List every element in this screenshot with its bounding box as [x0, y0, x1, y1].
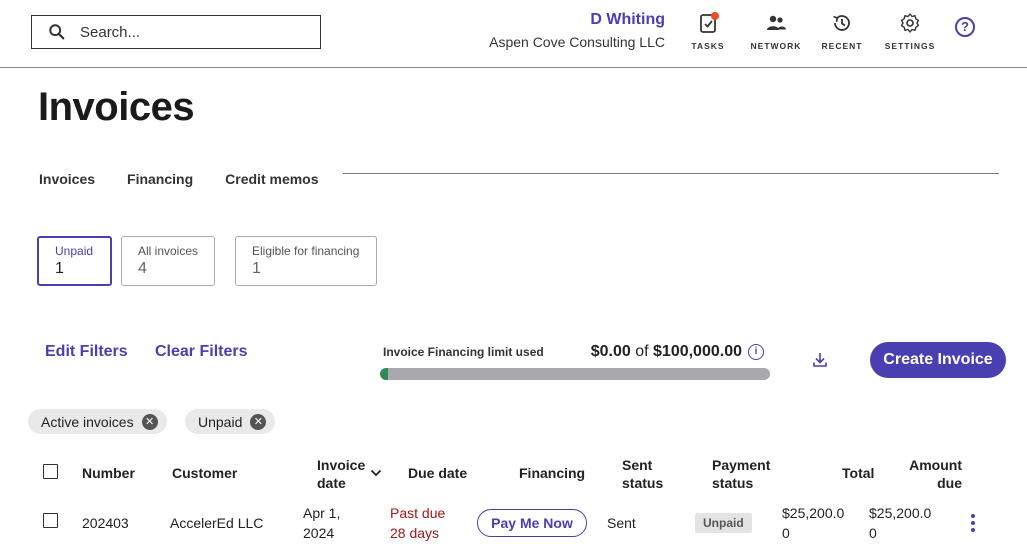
status-badge: Unpaid [695, 513, 752, 533]
header-amount-due[interactable]: Amount due [900, 456, 962, 492]
header-customer[interactable]: Customer [172, 464, 237, 482]
tab-credit-memos[interactable]: Credit memos [225, 171, 318, 187]
clear-filters-button[interactable]: Clear Filters [155, 343, 247, 361]
row-total-line1: $25,200.0 [782, 505, 845, 521]
financing-limit-value: $0.00 of $100,000.00 [591, 343, 742, 361]
card-unpaid-count: 1 [55, 260, 64, 277]
header-amount-due-line2: due [937, 475, 962, 491]
notification-dot [711, 12, 719, 20]
header-total[interactable]: Total [842, 464, 874, 482]
row-due-line2: 28 days [390, 525, 440, 541]
nav-tasks[interactable]: TASKS [678, 12, 738, 51]
row-invoice-date-line1: Apr 1, [303, 505, 341, 521]
header-sent-line2: status [622, 475, 664, 491]
close-icon[interactable]: ✕ [250, 413, 267, 430]
row-due-status: Past due 28 days [390, 503, 445, 543]
card-eligible-count: 1 [252, 260, 261, 277]
limit-of: of [635, 343, 649, 360]
info-icon[interactable]: i [748, 344, 764, 360]
close-icon[interactable]: ✕ [141, 413, 158, 430]
row-more-actions-icon[interactable] [970, 514, 976, 532]
card-all-invoices-count: 4 [138, 260, 147, 277]
user-org: Aspen Cove Consulting LLC [489, 34, 665, 50]
card-all-invoices[interactable]: All invoices 4 [121, 236, 215, 286]
card-eligible-financing[interactable]: Eligible for financing 1 [235, 236, 377, 286]
gear-icon [900, 13, 920, 33]
header-invoice-date-line1: Invoice [317, 457, 366, 473]
create-invoice-button[interactable]: Create Invoice [870, 342, 1006, 378]
row-number[interactable]: 202403 [82, 513, 129, 533]
row-due-line1: Past due [390, 505, 446, 521]
progress-fill [380, 368, 388, 380]
card-unpaid[interactable]: Unpaid 1 [37, 236, 112, 286]
user-name[interactable]: D Whiting [489, 11, 665, 29]
financing-limit-progress [380, 368, 770, 380]
search-icon [49, 24, 65, 40]
card-eligible-label: Eligible for financing [252, 244, 360, 258]
header-payment-line1: Payment [712, 457, 771, 473]
row-checkbox[interactable] [43, 513, 58, 528]
row-invoice-date: Apr 1, 2024 [303, 503, 340, 543]
card-unpaid-label: Unpaid [55, 244, 94, 258]
header-payment-status[interactable]: Payment status [712, 456, 770, 492]
header-amount-due-line1: Amount [909, 457, 962, 473]
select-all-checkbox[interactable] [43, 464, 58, 479]
tab-bar: Invoices Financing Credit memos [39, 171, 351, 187]
limit-total: $100,000.00 [653, 343, 742, 360]
page-title: Invoices [38, 85, 195, 129]
row-total: $25,200.0 0 [782, 503, 844, 543]
header-invoice-date-line2: date [317, 475, 346, 491]
tab-invoices[interactable]: Invoices [39, 171, 95, 187]
top-bar: D Whiting Aspen Cove Consulting LLC TASK… [0, 0, 1027, 68]
header-sent-line1: Sent [622, 457, 653, 473]
card-all-invoices-label: All invoices [138, 244, 199, 258]
history-icon [833, 15, 850, 31]
tab-divider [343, 173, 999, 174]
row-amount-due: $25,200.0 0 [869, 503, 931, 543]
header-payment-line2: status [712, 475, 754, 491]
header-number[interactable]: Number [82, 464, 135, 482]
pay-me-now-button[interactable]: Pay Me Now [477, 509, 587, 537]
chip-label: Active invoices [41, 413, 134, 430]
row-amount-due-line2: 0 [869, 525, 877, 541]
nav-settings[interactable]: SETTINGS [880, 12, 940, 51]
limit-used: $0.00 [590, 343, 631, 360]
edit-filters-button[interactable]: Edit Filters [45, 343, 128, 361]
search-input[interactable] [80, 23, 300, 41]
user-info[interactable]: D Whiting Aspen Cove Consulting LLC [489, 11, 665, 50]
nav-recent[interactable]: RECENT [812, 12, 872, 51]
filter-chip-active-invoices: Active invoices ✕ [28, 409, 167, 434]
nav-recent-label: RECENT [821, 41, 863, 51]
network-icon [767, 15, 786, 30]
nav-settings-label: SETTINGS [884, 41, 936, 51]
row-amount-due-line1: $25,200.0 [869, 505, 932, 521]
nav-tasks-label: TASKS [691, 41, 725, 51]
row-sent-status: Sent [607, 515, 636, 531]
help-icon[interactable]: ? [955, 17, 975, 37]
nav-network[interactable]: NETWORK [746, 12, 806, 51]
row-customer: AccelerEd LLC [170, 515, 264, 531]
chip-label: Unpaid [198, 413, 243, 430]
header-sent-status[interactable]: Sent status [622, 456, 663, 492]
tab-financing[interactable]: Financing [127, 171, 193, 187]
download-icon[interactable] [810, 350, 830, 370]
header-invoice-date[interactable]: Invoice date [317, 456, 365, 492]
filter-chip-unpaid: Unpaid ✕ [185, 409, 276, 434]
search-box[interactable] [31, 15, 321, 49]
header-financing[interactable]: Financing [519, 464, 585, 482]
row-invoice-date-line2: 2024 [303, 525, 335, 541]
financing-limit-label: Invoice Financing limit used [383, 345, 544, 359]
chevron-down-icon[interactable] [370, 468, 382, 478]
nav-network-label: NETWORK [750, 41, 802, 51]
header-due-date[interactable]: Due date [408, 464, 467, 482]
row-total-line2: 0 [782, 525, 790, 541]
